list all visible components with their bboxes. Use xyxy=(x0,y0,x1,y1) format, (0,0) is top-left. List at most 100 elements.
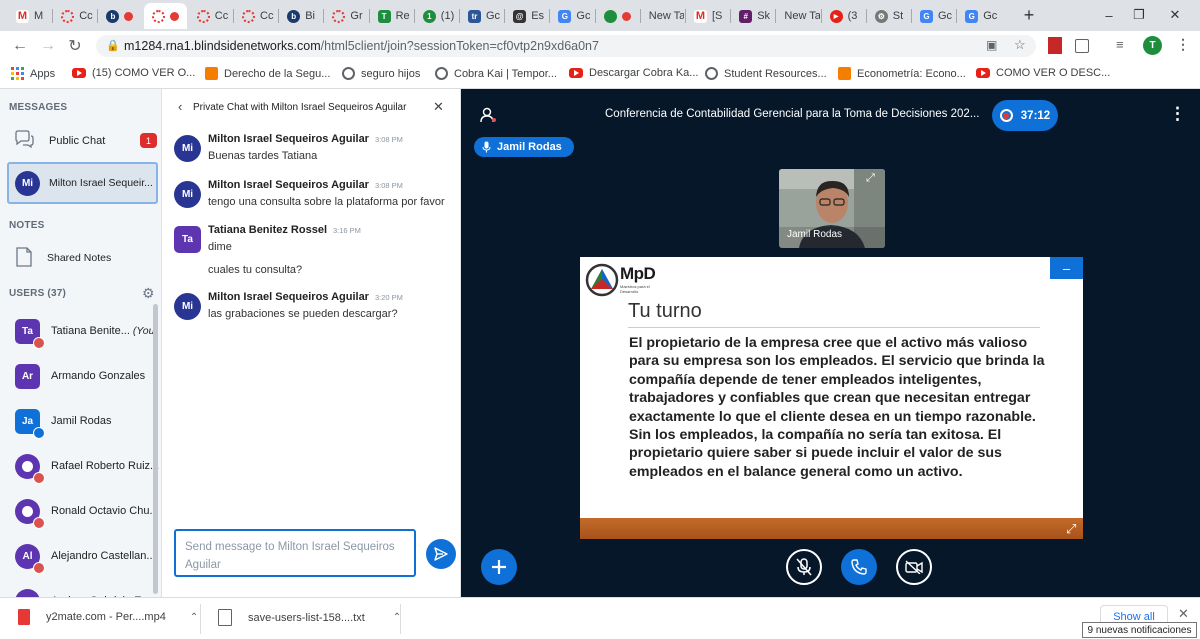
tab-title: (1) xyxy=(440,10,455,22)
bookmark-item[interactable]: COMO VER O DESC... xyxy=(976,67,1110,79)
user-list-item[interactable]: AnAndrea Gabriela E... xyxy=(0,586,160,597)
google-translate-icon: G xyxy=(558,9,572,23)
close-window-button[interactable]: ✕ xyxy=(1160,5,1190,25)
recording-dot-icon xyxy=(621,11,631,21)
reading-list-icon[interactable]: ≡ xyxy=(1116,37,1124,52)
user-list-toggle-icon[interactable] xyxy=(480,107,498,123)
download-item-mp4[interactable]: y2mate.com - Per....mp4 ⌃ xyxy=(18,609,198,625)
pdf-extension-icon[interactable] xyxy=(1048,37,1062,54)
browser-tab[interactable]: tr Gc xyxy=(460,3,503,29)
bookmark-item[interactable]: Student Resources... xyxy=(705,67,827,80)
message-sender: Milton Israel Sequeiros Aguilar 3:08 PM xyxy=(208,133,403,145)
shared-notes-item[interactable]: Shared Notes xyxy=(0,244,160,270)
camera-icon[interactable]: ▣ xyxy=(986,38,997,52)
browser-tab[interactable]: @ Es xyxy=(505,3,548,29)
leave-audio-button[interactable] xyxy=(841,549,877,585)
extension-icon[interactable] xyxy=(1075,39,1089,53)
user-list-item[interactable]: Ar Armando Gonzales xyxy=(0,361,160,391)
browser-tab[interactable]: G Gc xyxy=(957,3,1000,29)
chat-message: Ta Tatiana Benitez Rossel 3:16 PM dime cuale… xyxy=(174,224,458,286)
browser-tab[interactable]: ⚙ St xyxy=(867,3,910,29)
browser-menu-icon[interactable]: ⋮ xyxy=(1176,36,1190,53)
send-message-button[interactable] xyxy=(426,539,456,569)
chevron-up-icon[interactable]: ⌃ xyxy=(190,612,198,623)
minimize-presentation-button[interactable]: – xyxy=(1050,257,1083,279)
bookmark-label: Econometría: Econo... xyxy=(857,67,966,80)
browser-tab[interactable]: T Re xyxy=(370,3,413,29)
browser-tab[interactable]: ✕ xyxy=(143,3,187,29)
bookmark-item[interactable]: Apps xyxy=(11,67,55,80)
url-text[interactable]: m1284.rna1.blindsidenetworks.com/html5cl… xyxy=(124,39,599,53)
download-filename: save-users-list-158....txt xyxy=(248,611,365,624)
public-chat-item[interactable]: Public Chat 1 xyxy=(0,127,160,155)
expand-video-icon[interactable]: ⤢ xyxy=(866,172,875,185)
browser-tab[interactable]: b Bi xyxy=(279,3,322,29)
browser-tab[interactable]: Gr xyxy=(324,3,367,29)
tab-title: New Ta xyxy=(784,10,820,22)
mpd-logo xyxy=(585,263,619,297)
user-avatar: Ta xyxy=(15,318,45,349)
browser-tab[interactable]: Cc xyxy=(189,3,232,29)
user-settings-gear-icon[interactable]: ⚙ xyxy=(142,285,155,302)
lock-icon[interactable]: 🔒 xyxy=(106,39,120,52)
browser-tab[interactable] xyxy=(596,3,639,29)
options-menu-icon[interactable]: ⋮ xyxy=(1169,104,1186,124)
bookmark-item[interactable]: Descargar Cobra Ka... xyxy=(569,67,698,79)
mute-microphone-button[interactable] xyxy=(786,549,822,585)
browser-tab[interactable]: New Ta xyxy=(776,3,819,29)
browser-tab[interactable]: ▶ (3 xyxy=(822,3,865,29)
private-chat-item[interactable]: Mi Milton Israel Sequeir... xyxy=(7,162,158,204)
bookmark-item[interactable]: Econometría: Econo... xyxy=(838,67,966,80)
user-list-item[interactable]: Rafael Roberto Ruiz... xyxy=(0,451,160,484)
omnibox[interactable]: 🔒 m1284.rna1.blindsidenetworks.com/html5… xyxy=(96,35,1036,57)
browser-tab[interactable]: M [S xyxy=(686,3,729,29)
webcam-video[interactable]: ⤢ Jamil Rodas xyxy=(779,169,885,248)
bookmark-star-icon[interactable]: ☆ xyxy=(1014,37,1026,53)
close-shelf-icon[interactable]: ✕ xyxy=(1178,606,1189,622)
browser-tab[interactable]: New Ta xyxy=(641,3,684,29)
share-webcam-button[interactable] xyxy=(896,549,932,585)
user-list-item[interactable]: Ta Tatiana Benite... (You) xyxy=(0,316,160,349)
new-tab-button[interactable]: + xyxy=(1014,5,1044,25)
bookmark-label: Cobra Kai | Tempor... xyxy=(454,67,557,80)
user-list-item[interactable]: Al Alejandro Castellan... xyxy=(0,541,160,574)
reload-icon[interactable]: ↻ xyxy=(65,36,85,56)
tab-title: [S xyxy=(712,10,723,22)
restore-button[interactable]: ❐ xyxy=(1124,5,1154,25)
message-time: 3:16 PM xyxy=(333,226,361,235)
user-list-scrollbar[interactable] xyxy=(153,304,158,594)
bookmark-item[interactable]: Cobra Kai | Tempor... xyxy=(435,67,557,80)
chat-bubble-icon xyxy=(14,130,34,149)
users-section-title: USERS (37) xyxy=(9,288,67,299)
globe-icon xyxy=(435,67,448,80)
browser-tab[interactable]: # Sk xyxy=(731,3,774,29)
forward-icon[interactable]: → xyxy=(38,36,58,56)
user-name: Alejandro Castellan... xyxy=(51,550,156,562)
bookmark-item[interactable]: Derecho de la Segu... xyxy=(205,67,330,80)
user-list-item[interactable]: Ronald Octavio Chu... xyxy=(0,496,160,529)
back-icon[interactable]: ← xyxy=(10,36,30,56)
bookmark-item[interactable]: (15) COMO VER O... xyxy=(72,67,195,79)
browser-tab[interactable]: G Gc xyxy=(912,3,955,29)
chat-message-input[interactable]: Send message to Milton Israel Sequeiros … xyxy=(174,529,416,577)
bookmark-item[interactable]: seguro hijos xyxy=(342,67,420,80)
download-filename: y2mate.com - Per....mp4 xyxy=(46,611,166,623)
presentation-slide: MpD Maestros para el Desarrollo – Tu tur… xyxy=(580,257,1083,539)
minimize-button[interactable]: – xyxy=(1094,5,1124,25)
browser-tab[interactable]: Cc xyxy=(234,3,277,29)
chevron-left-icon[interactable]: ‹ xyxy=(178,99,182,114)
browser-tab[interactable]: MM xyxy=(8,3,51,29)
browser-tab[interactable]: b xyxy=(98,3,141,29)
recording-timer[interactable]: 37:12 xyxy=(992,100,1058,131)
actions-plus-button[interactable] xyxy=(481,549,517,585)
browser-tab[interactable]: Cc xyxy=(53,3,96,29)
download-item-txt[interactable]: save-users-list-158....txt ⌃ xyxy=(218,609,401,626)
profile-avatar[interactable]: T xyxy=(1143,36,1162,55)
browser-tab[interactable]: 1 (1) xyxy=(415,3,458,29)
fullscreen-icon[interactable]: ⤢ xyxy=(1066,521,1076,537)
browser-tab[interactable]: G Gc xyxy=(550,3,593,29)
chat-favicon-icon xyxy=(603,9,617,23)
close-chat-icon[interactable]: ✕ xyxy=(433,99,444,115)
user-list-item[interactable]: Ja Jamil Rodas xyxy=(0,406,160,439)
message-text: dime xyxy=(208,241,232,253)
